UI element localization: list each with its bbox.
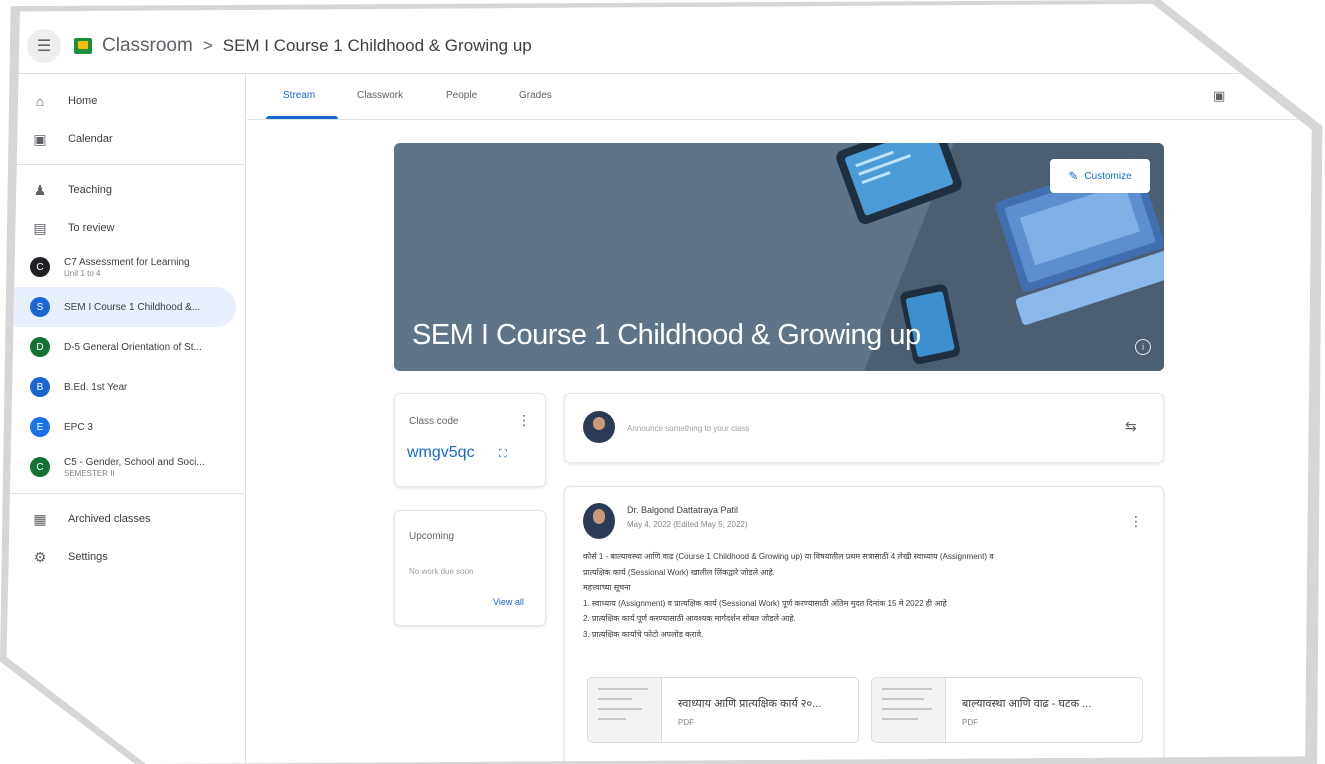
sidebar-class-epc3[interactable]: E EPC 3 [7, 407, 245, 447]
upcoming-empty-text: No work due soon [409, 567, 474, 576]
main-menu-button[interactable]: ☰ [27, 28, 61, 63]
class-banner: SEM I Course 1 Childhood & Growing up ✎ … [394, 143, 1164, 371]
settings-icon: ⚙ [33, 548, 47, 565]
sidebar-item-home[interactable]: ⌂ Home [7, 82, 245, 120]
sidebar-divider [6, 493, 245, 494]
avatar [583, 503, 615, 539]
folder-icon: ▤ [33, 219, 47, 236]
class-name: D-5 General Orientation of St... [64, 341, 202, 353]
sidebar: ⌂ Home ▣ Calendar ♟ Teaching ▤ To review… [6, 74, 246, 764]
attachment-title: बाल्यावस्था आणि वाढ - घटक ... [962, 698, 1092, 710]
more-vert-icon[interactable]: ⋮ [517, 412, 531, 429]
sidebar-item-calendar[interactable]: ▣ Calendar [7, 120, 245, 158]
post-author: Dr. Balgond Dattatraya Patil [627, 505, 739, 515]
sidebar-item-to-review[interactable]: ▤ To review [7, 209, 245, 247]
attachment-type: PDF [962, 718, 978, 727]
post-body: कोर्स 1 - बाल्यावस्था आणि वाढ (Course 1 … [583, 549, 1148, 642]
top-app-bar: ☰ Classroom > SEM I Course 1 Childhood &… [6, 18, 1310, 74]
tab-stream[interactable]: Stream [283, 90, 315, 101]
classroom-window: ☰ Classroom > SEM I Course 1 Childhood &… [6, 3, 1312, 764]
class-code-label: Class code [409, 416, 459, 427]
announce-placeholder[interactable]: Announce something to your class [627, 424, 749, 433]
upcoming-label: Upcoming [409, 531, 455, 542]
sidebar-item-label: Calendar [68, 133, 113, 145]
customize-button[interactable]: ✎ Customize [1050, 159, 1150, 193]
people-icon: ♟ [33, 181, 47, 198]
class-code-card: Class code ⋮ wmgv5qc ⛶ [394, 393, 546, 487]
customize-label: Customize [1084, 170, 1132, 182]
attachment-title: स्वाध्याय आणि प्रात्यक्षिक कार्य २०... [678, 698, 822, 710]
archive-icon: ▦ [33, 510, 47, 527]
post-body-line: कोर्स 1 - बाल्यावस्था आणि वाढ (Course 1 … [583, 552, 994, 561]
sidebar-item-archived[interactable]: ▦ Archived classes [7, 500, 245, 538]
tab-people[interactable]: People [446, 90, 477, 101]
sidebar-item-label: To review [68, 222, 115, 234]
class-name: C7 Assessment for Learning [64, 256, 190, 268]
class-avatar: D [30, 337, 50, 357]
sidebar-item-settings[interactable]: ⚙ Settings [7, 538, 245, 576]
active-tab-indicator [266, 116, 338, 119]
repost-icon[interactable]: ⇆ [1125, 418, 1137, 435]
classroom-logo-icon[interactable] [74, 37, 92, 54]
sidebar-item-label: Settings [68, 551, 108, 563]
more-vert-icon[interactable]: ⋮ [1129, 513, 1143, 530]
announce-box[interactable]: Announce something to your class ⇆ [564, 393, 1164, 463]
view-all-link[interactable]: View all [493, 597, 524, 607]
sidebar-class-sem-i[interactable]: S SEM I Course 1 Childhood &... [6, 287, 236, 327]
avatar [583, 411, 615, 443]
tab-classwork[interactable]: Classwork [357, 90, 403, 101]
class-subtitle: SEMESTER II [64, 468, 115, 478]
sidebar-item-teaching[interactable]: ♟ Teaching [7, 171, 245, 209]
sidebar-item-label: Home [68, 95, 98, 107]
class-name: C5 - Gender, School and Soci... [64, 456, 205, 468]
class-name: EPC 3 [64, 421, 93, 433]
class-avatar: E [30, 417, 50, 437]
post-body-line: 3. प्रात्यक्षिक कार्याचे फोटो अपलोड कराव… [583, 629, 704, 639]
class-avatar: C [30, 457, 50, 477]
post-body-line: प्रात्यक्षिक कार्य (Sessional Work) खाली… [583, 567, 775, 577]
breadcrumb-current-class[interactable]: SEM I Course 1 Childhood & Growing up [223, 36, 532, 56]
sidebar-class-c7[interactable]: C C7 Assessment for Learning Unit 1 to 4 [7, 247, 245, 287]
post-body-line: 1. स्वाध्याय (Assignment) व प्रात्यक्षिक… [583, 598, 947, 608]
attachment-type: PDF [678, 718, 694, 727]
sidebar-divider [6, 164, 245, 165]
sidebar-item-label: Archived classes [68, 513, 151, 525]
calendar-icon: ▣ [33, 130, 47, 147]
pdf-thumbnail [872, 678, 946, 742]
sidebar-item-label: Teaching [68, 184, 113, 196]
class-avatar: C [30, 257, 50, 277]
post-body-line: महत्त्वाच्या सूचना [583, 583, 631, 592]
announcement-post: Dr. Balgond Dattatraya Patil May 4, 2022… [564, 486, 1164, 764]
breadcrumb-separator: > [202, 35, 213, 55]
app-name-link[interactable]: Classroom [102, 35, 193, 57]
sidebar-class-d5[interactable]: D D-5 General Orientation of St... [7, 327, 245, 367]
class-avatar: B [30, 377, 50, 397]
class-name: SEM I Course 1 Childhood &... [64, 301, 201, 313]
sidebar-class-c5[interactable]: C C5 - Gender, School and Soci... SEMEST… [7, 447, 245, 487]
attachment-card[interactable]: बाल्यावस्था आणि वाढ - घटक ... PDF [871, 677, 1143, 743]
banner-class-title: SEM I Course 1 Childhood & Growing up [412, 319, 921, 351]
class-subtitle: Unit 1 to 4 [64, 268, 101, 278]
hamburger-menu-icon: ☰ [36, 37, 52, 55]
tab-grades[interactable]: Grades [519, 90, 552, 101]
upcoming-card: Upcoming No work due soon View all [394, 510, 546, 626]
fullscreen-icon[interactable]: ⛶ [499, 448, 507, 461]
pencil-icon: ✎ [1068, 169, 1079, 183]
class-code-value[interactable]: wmgv5qc [407, 444, 475, 462]
sidebar-class-bed[interactable]: B B.Ed. 1st Year [7, 367, 245, 407]
class-name: B.Ed. 1st Year [64, 381, 128, 393]
calendar-icon[interactable]: ▣ [1213, 88, 1225, 104]
pdf-thumbnail [588, 678, 662, 742]
post-body-line: 2. प्रात्यक्षिक कार्य पूर्ण करण्यासाठी आ… [583, 614, 796, 623]
class-avatar: S [30, 297, 50, 317]
class-tabs: Stream Classwork People Grades [247, 74, 1310, 120]
post-date: May 4, 2022 (Edited May 5, 2022) [627, 520, 748, 529]
attachment-card[interactable]: स्वाध्याय आणि प्रात्यक्षिक कार्य २०... P… [587, 677, 859, 743]
home-icon: ⌂ [35, 93, 45, 109]
info-icon[interactable]: i [1135, 339, 1151, 355]
